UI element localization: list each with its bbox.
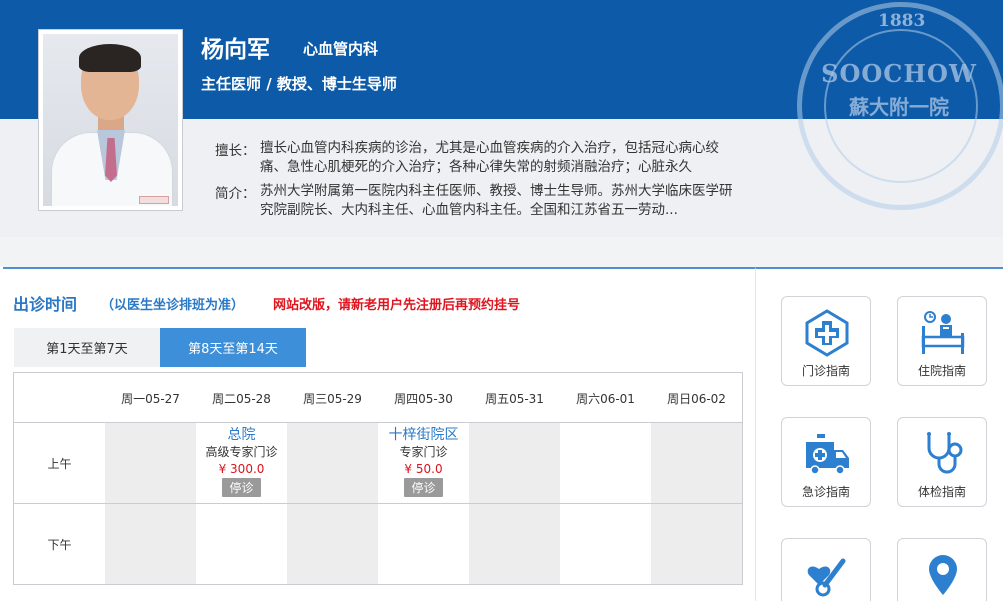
guide-label: 体检指南 xyxy=(917,485,966,499)
location-pin-icon xyxy=(929,555,957,595)
day-header: 周二05-28 xyxy=(212,391,271,406)
day-header: 周日06-02 xyxy=(667,391,726,406)
day-header: 周四05-30 xyxy=(394,391,453,406)
checkup-guide-button[interactable]: 体检指南 xyxy=(897,417,987,507)
schedule-slot xyxy=(105,504,196,584)
university-seal-icon: 1883 SOOCHOW 蘇大附一院 xyxy=(797,2,1003,210)
morning-label: 上午 xyxy=(47,456,72,471)
specialty-label: 擅长： xyxy=(215,143,256,159)
health-guide-button[interactable] xyxy=(781,538,871,601)
doctor-department: 心血管内科 xyxy=(303,40,379,58)
schedule-title: 出诊时间 xyxy=(13,295,78,314)
schedule-slot xyxy=(196,504,287,584)
schedule-slot xyxy=(651,504,742,584)
guide-label: 急诊指南 xyxy=(801,485,850,499)
clinic-location-link[interactable]: 十梓街院区 xyxy=(378,427,469,444)
outpatient-cross-icon xyxy=(805,309,849,357)
guide-label: 门诊指南 xyxy=(801,364,850,378)
suspended-badge: 停诊 xyxy=(222,478,261,497)
heart-thermometer-icon xyxy=(807,558,846,597)
morning-row: 上午 总院 高级专家门诊 ¥ 300.0 停诊 十梓街院区 专家门诊 ¥ 50.… xyxy=(14,423,742,504)
clinic-location-link[interactable]: 总院 xyxy=(196,427,287,444)
hospital-bed-icon xyxy=(921,311,965,354)
day-header: 周六06-01 xyxy=(576,391,635,406)
inpatient-guide-button[interactable]: 住院指南 xyxy=(897,296,987,386)
clinic-price: ¥ 300.0 xyxy=(218,462,265,476)
clinic-type: 专家门诊 xyxy=(399,445,448,459)
doctor-title: 主任医师 / 教授、博士生导师 xyxy=(201,75,397,93)
outpatient-guide-button[interactable]: 门诊指南 xyxy=(781,296,871,386)
schedule-table: 周一05-27 周二05-28 周三05-29 周四05-30 周五05-31 … xyxy=(13,372,743,585)
schedule-slot: 总院 高级专家门诊 ¥ 300.0 停诊 xyxy=(196,423,287,503)
schedule-slot xyxy=(287,423,378,503)
intro-label: 简介： xyxy=(215,186,256,202)
tab-days-8-14[interactable]: 第8天至第14天 xyxy=(160,328,306,367)
schedule-subtitle: （以医生坐诊排班为准） xyxy=(101,298,245,313)
afternoon-row: 下午 xyxy=(14,504,742,584)
tab-days-1-7[interactable]: 第1天至第7天 xyxy=(14,328,160,367)
guide-sidebar: 门诊指南 住院指南 急诊指南 体检指南 xyxy=(755,267,1003,601)
schedule-slot xyxy=(469,423,560,503)
schedule-slot xyxy=(378,504,469,584)
schedule-panel: 出诊时间 （以医生坐诊排班为准） 网站改版，请新老用户先注册后再预约挂号 第1天… xyxy=(3,267,755,601)
schedule-slot: 十梓街院区 专家门诊 ¥ 50.0 停诊 xyxy=(378,423,469,503)
afternoon-label: 下午 xyxy=(47,537,72,552)
day-header: 周三05-29 xyxy=(303,391,362,406)
day-header: 周五05-31 xyxy=(485,391,544,406)
clinic-type: 高级专家门诊 xyxy=(205,445,278,459)
schedule-slot xyxy=(651,423,742,503)
section-divider xyxy=(0,237,1003,267)
doctor-photo xyxy=(38,29,183,211)
clinic-price: ¥ 50.0 xyxy=(404,462,443,476)
schedule-slot xyxy=(560,423,651,503)
schedule-slot xyxy=(287,504,378,584)
schedule-slot xyxy=(469,504,560,584)
day-header: 周一05-27 xyxy=(121,391,180,406)
appointment-card: 十梓街院区 专家门诊 ¥ 50.0 停诊 xyxy=(378,427,469,497)
intro-text: 苏州大学附属第一医院内科主任医师、教授、博士生导师。苏州大学临床医学研究院副院长… xyxy=(260,183,733,218)
ambulance-icon xyxy=(806,434,849,475)
location-guide-button[interactable] xyxy=(897,538,987,601)
specialty-text: 擅长心血管内科疾病的诊治，尤其是心血管疾病的介入治疗，包括冠心病心绞痛、急性心肌… xyxy=(260,140,719,175)
registration-notice: 网站改版，请新老用户先注册后再预约挂号 xyxy=(273,298,521,313)
doctor-name: 杨向军 xyxy=(201,37,270,63)
schedule-slot xyxy=(560,504,651,584)
schedule-header-row: 周一05-27 周二05-28 周三05-29 周四05-30 周五05-31 … xyxy=(14,373,742,423)
guide-label: 住院指南 xyxy=(917,364,966,378)
appointment-card: 总院 高级专家门诊 ¥ 300.0 停诊 xyxy=(196,427,287,497)
suspended-badge: 停诊 xyxy=(404,478,443,497)
emergency-guide-button[interactable]: 急诊指南 xyxy=(781,417,871,507)
stethoscope-icon xyxy=(927,432,963,474)
schedule-slot xyxy=(105,423,196,503)
